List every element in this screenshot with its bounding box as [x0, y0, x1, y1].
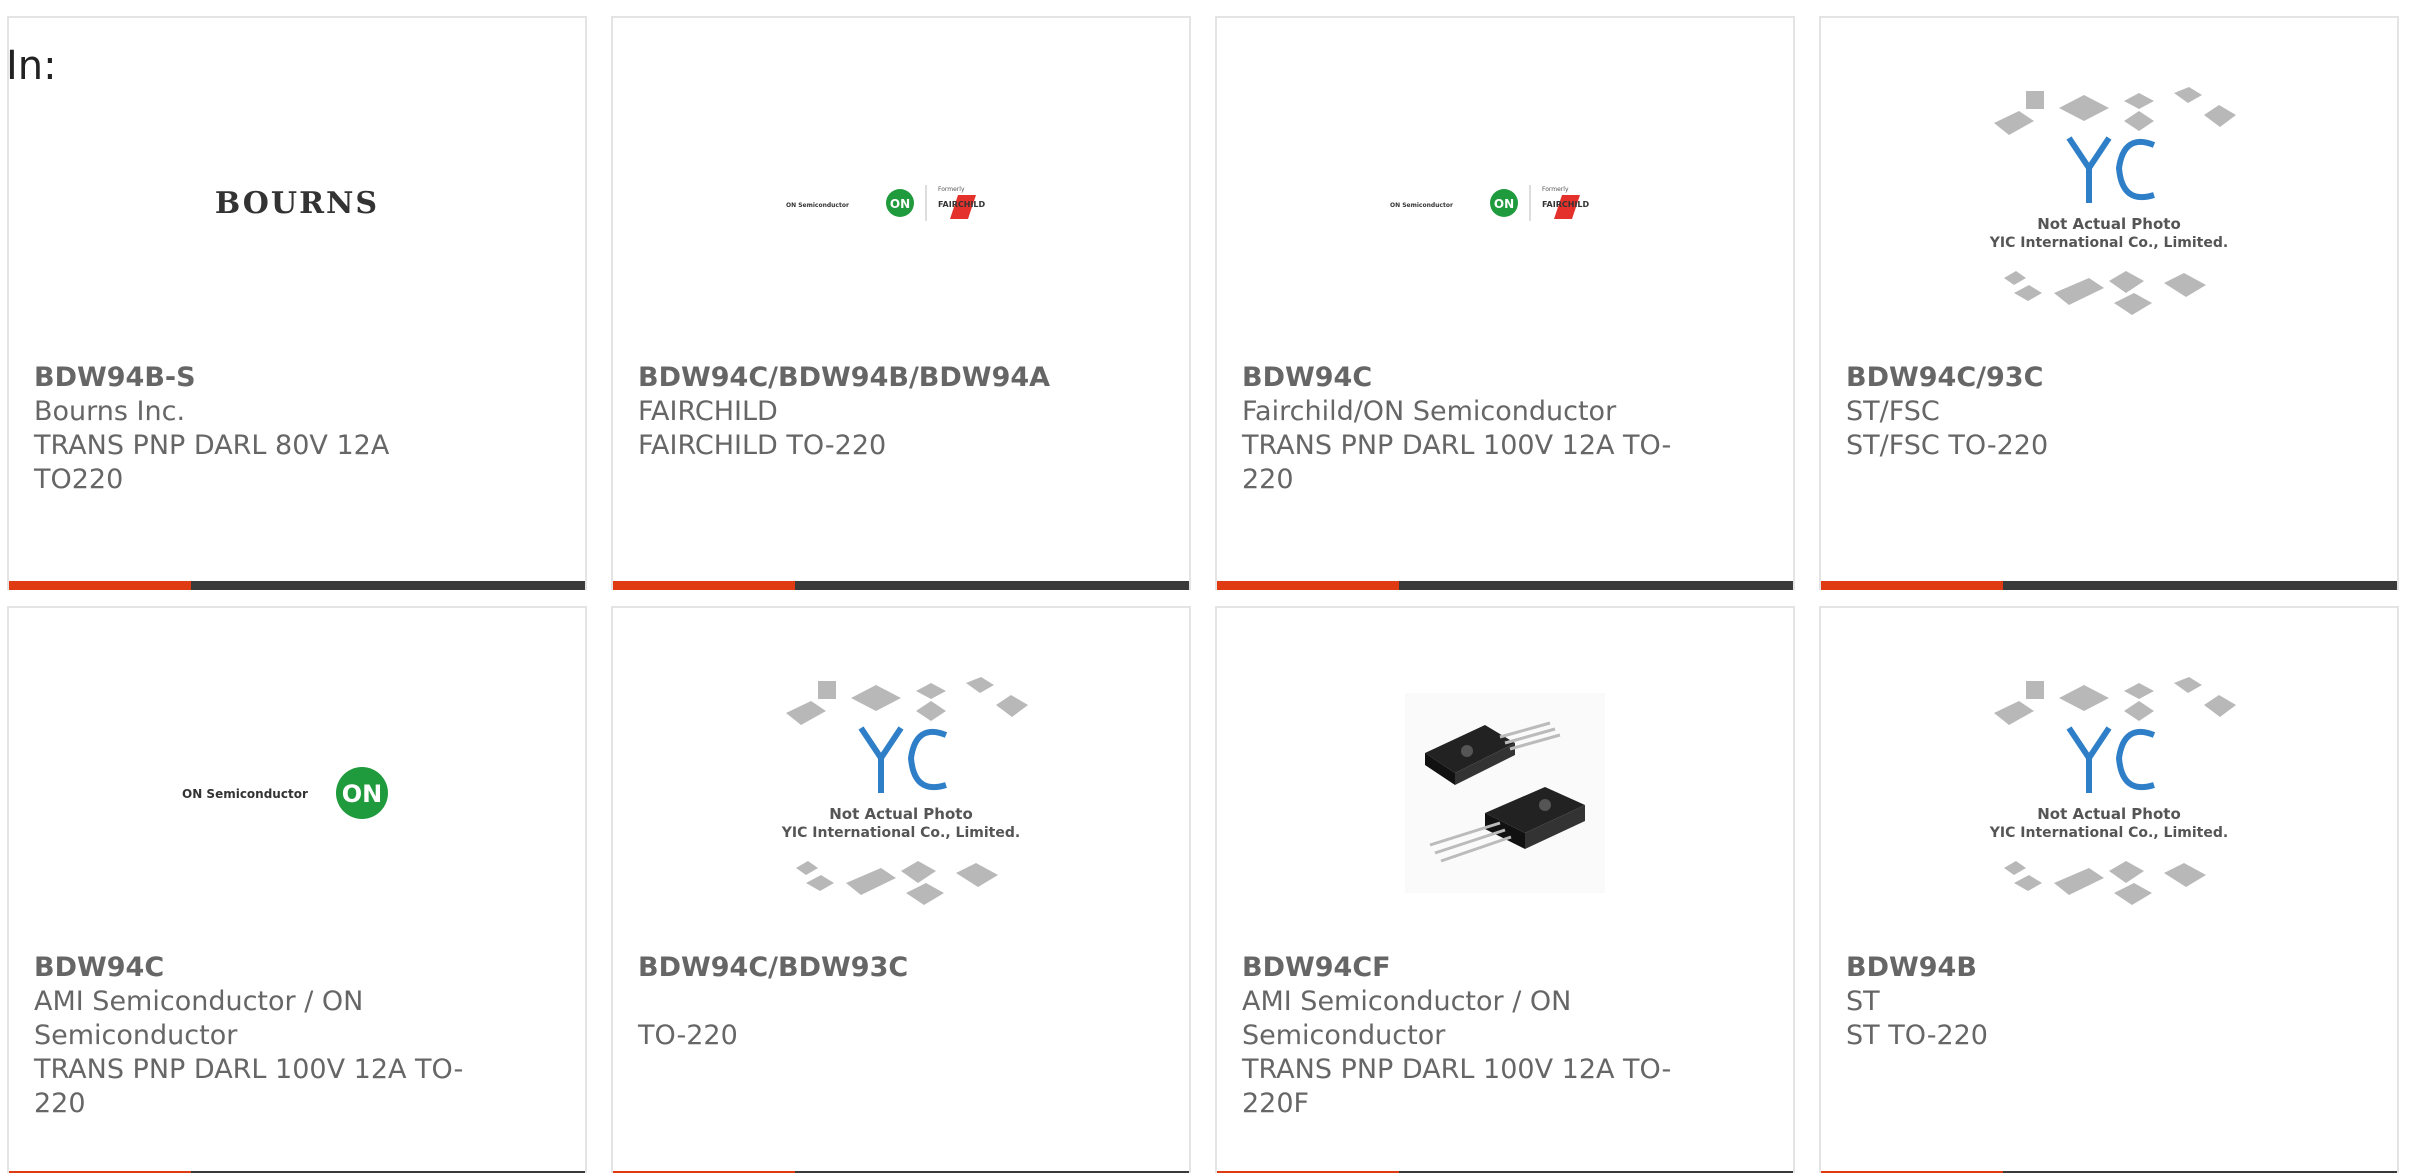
description: TRANS PNP DARL 100V 12A TO-220F [1242, 1054, 1672, 1119]
product-info: BDW94B ST ST TO-220 [1846, 951, 2286, 1053]
manufacturer: AMI Semiconductor / ON Semiconductor [1242, 986, 1572, 1051]
logo-text-2: YIC International Co., Limited. [1989, 235, 2228, 251]
bourns-logo-icon: BOURNS [215, 186, 379, 221]
logo-text: Not Actual Photo [829, 805, 973, 823]
description: TRANS PNP DARL 100V 12A TO-220 [1242, 430, 1672, 495]
on-semiconductor-logo-icon: ON Semiconductor ON [182, 767, 388, 819]
manufacturer: AMI Semiconductor / ON Semiconductor [34, 986, 364, 1051]
part-number[interactable]: BDW94CF [1242, 951, 1682, 985]
logo-text: ON Semiconductor [1390, 202, 1453, 209]
product-image[interactable] [1217, 648, 1793, 938]
page: In: BOURNS BDW94B-S Bourns Inc. TRANS PN… [0, 0, 2410, 1173]
on-fairchild-logo-icon: ON Semiconductor ON Formerly FAIRCHILD [786, 185, 986, 221]
description: ST/FSC TO-220 [1846, 430, 2049, 461]
product-info: BDW94C AMI Semiconductor / ON Semiconduc… [34, 951, 474, 1121]
part-number[interactable]: BDW94C [1242, 361, 1682, 395]
logo-text: ON Semiconductor [182, 787, 308, 801]
part-number[interactable]: BDW94C/BDW94B/BDW94A [638, 361, 1078, 395]
svg-text:ON: ON [1494, 197, 1514, 211]
product-image[interactable]: ON Semiconductor ON [9, 648, 585, 938]
svg-text:ON: ON [890, 197, 910, 211]
logo-text-2: YIC International Co., Limited. [781, 825, 1020, 841]
product-card[interactable]: BOURNS BDW94B-S Bourns Inc. TRANS PNP DA… [7, 16, 587, 590]
card-accent-bar [9, 581, 585, 590]
product-info: BDW94B-S Bourns Inc. TRANS PNP DARL 80V … [34, 361, 474, 497]
product-card[interactable]: ON Semiconductor ON BDW94C AMI Semicondu… [7, 606, 587, 1173]
description: FAIRCHILD TO-220 [638, 430, 887, 461]
product-image[interactable]: Not Actual Photo YIC International Co., … [1821, 58, 2397, 348]
card-accent-bar [613, 581, 1189, 590]
product-info: BDW94C Fairchild/ON Semiconductor TRANS … [1242, 361, 1682, 497]
product-card[interactable]: Not Actual Photo YIC International Co., … [611, 606, 1191, 1173]
chip-placeholder-icon: Not Actual Photo YIC International Co., … [1989, 87, 2236, 315]
on-fairchild-logo-icon: ON Semiconductor ON Formerly FAIRCHILD [1390, 185, 1590, 221]
manufacturer: ST [1846, 986, 1880, 1017]
manufacturer: Bourns Inc. [34, 396, 186, 427]
logo-text-2: FAIRCHILD [938, 200, 986, 209]
part-number[interactable]: BDW94C [34, 951, 474, 985]
svg-text:ON: ON [342, 780, 383, 808]
description: TRANS PNP DARL 80V 12A TO220 [34, 430, 390, 495]
product-card[interactable]: ON Semiconductor ON Formerly FAIRCHILD B… [611, 16, 1191, 590]
card-accent-bar [1821, 581, 2397, 590]
product-image[interactable]: BOURNS [9, 58, 585, 348]
product-card[interactable]: Not Actual Photo YIC International Co., … [1819, 606, 2399, 1173]
logo-sub: Formerly [938, 186, 965, 193]
logo-text-2: YIC International Co., Limited. [1989, 825, 2228, 841]
product-card[interactable]: ON Semiconductor ON Formerly FAIRCHILD B… [1215, 16, 1795, 590]
logo-text-2: FAIRCHILD [1542, 200, 1590, 209]
description: ST TO-220 [1846, 1020, 1988, 1051]
logo-text: Not Actual Photo [2037, 215, 2181, 233]
product-image[interactable]: ON Semiconductor ON Formerly FAIRCHILD [1217, 58, 1793, 348]
to220f-package-photo-icon [1405, 693, 1605, 893]
logo-text: ON Semiconductor [786, 202, 849, 209]
product-image[interactable]: Not Actual Photo YIC International Co., … [1821, 648, 2397, 938]
product-grid: BOURNS BDW94B-S Bourns Inc. TRANS PNP DA… [7, 16, 2399, 1173]
logo-text: Not Actual Photo [2037, 805, 2181, 823]
logo-sub: Formerly [1542, 186, 1569, 193]
product-card[interactable]: BDW94CF AMI Semiconductor / ON Semicondu… [1215, 606, 1795, 1173]
description: TRANS PNP DARL 100V 12A TO-220 [34, 1054, 464, 1119]
description: TO-220 [638, 1020, 738, 1051]
part-number[interactable]: BDW94C/BDW93C [638, 951, 1078, 985]
product-info: BDW94C/BDW94B/BDW94A FAIRCHILD FAIRCHILD… [638, 361, 1078, 463]
product-image[interactable]: ON Semiconductor ON Formerly FAIRCHILD [613, 58, 1189, 348]
product-info: BDW94C/BDW93C TO-220 [638, 951, 1078, 1053]
logo-text: BOURNS [215, 186, 379, 221]
manufacturer: Fairchild/ON Semiconductor [1242, 396, 1617, 427]
part-number[interactable]: BDW94C/93C [1846, 361, 2286, 395]
product-image[interactable]: Not Actual Photo YIC International Co., … [613, 648, 1189, 938]
chip-placeholder-icon: Not Actual Photo YIC International Co., … [1989, 677, 2236, 905]
manufacturer: ST/FSC [1846, 396, 1940, 427]
product-card[interactable]: Not Actual Photo YIC International Co., … [1819, 16, 2399, 590]
filter-label: In: [6, 43, 57, 89]
card-accent-bar [1217, 581, 1793, 590]
manufacturer: FAIRCHILD [638, 396, 778, 427]
manufacturer [638, 985, 1078, 1019]
product-info: BDW94CF AMI Semiconductor / ON Semicondu… [1242, 951, 1682, 1121]
chip-placeholder-icon: Not Actual Photo YIC International Co., … [781, 677, 1028, 905]
part-number[interactable]: BDW94B [1846, 951, 2286, 985]
product-info: BDW94C/93C ST/FSC ST/FSC TO-220 [1846, 361, 2286, 463]
part-number[interactable]: BDW94B-S [34, 361, 474, 395]
